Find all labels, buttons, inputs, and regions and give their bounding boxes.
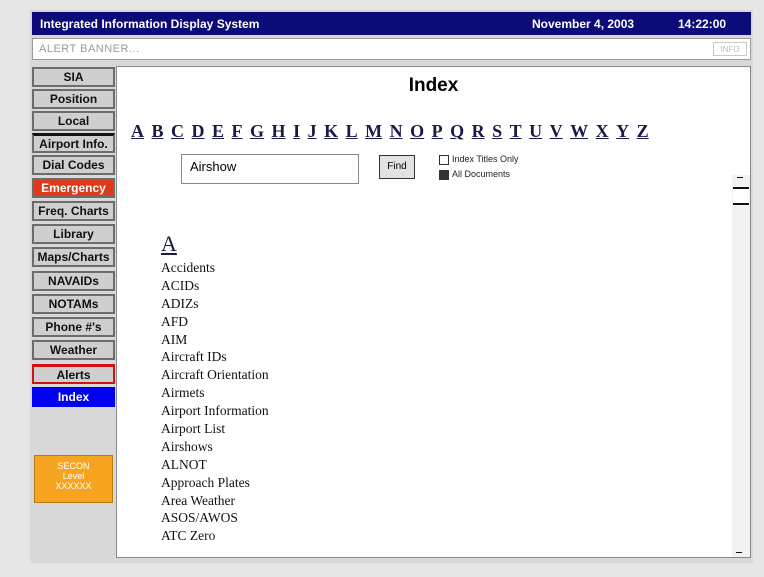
letter-link-p[interactable]: P [432, 121, 443, 141]
alert-banner-text: ALERT BANNER... [39, 43, 140, 55]
nav-airport-info-button[interactable]: Airport Info. [32, 133, 115, 153]
letter-link-s[interactable]: S [492, 121, 502, 141]
find-button[interactable]: Find [379, 155, 415, 179]
scrollbar-thumb[interactable] [733, 187, 749, 205]
checkbox-checked-icon [439, 169, 449, 180]
index-entry[interactable]: AIM [161, 331, 269, 349]
letter-link-x[interactable]: X [596, 121, 609, 141]
letter-link-y[interactable]: Y [616, 121, 629, 141]
section-letter-heading: A [161, 231, 177, 256]
index-entry[interactable]: Area Weather [161, 492, 269, 510]
index-entry[interactable]: ADIZs [161, 295, 269, 313]
letter-link-a[interactable]: A [131, 121, 144, 141]
time-display: 14:22:00 [678, 17, 727, 31]
nav-index-button[interactable]: Index [32, 387, 115, 407]
index-entry[interactable]: Aircraft Orientation [161, 366, 269, 384]
nav-freq-charts-button[interactable]: Freq. Charts [32, 201, 115, 221]
letter-link-z[interactable]: Z [637, 121, 649, 141]
search-input[interactable]: Airshow [181, 154, 359, 184]
date-display: November 4, 2003 [532, 17, 635, 31]
info-button[interactable]: INFO [713, 42, 747, 56]
index-entry[interactable]: Approach Plates [161, 474, 269, 492]
letter-link-n[interactable]: N [390, 121, 403, 141]
letter-link-f[interactable]: F [232, 121, 243, 141]
index-entry[interactable]: ALNOT [161, 456, 269, 474]
nav-local-button[interactable]: Local [32, 111, 115, 131]
secon-level-badge: SECON Level XXXXXX [34, 455, 113, 503]
letter-link-o[interactable]: O [410, 121, 424, 141]
page-title: Index [408, 75, 459, 96]
alert-banner: ALERT BANNER... INFO [32, 38, 751, 60]
letter-link-h[interactable]: H [272, 121, 286, 141]
nav-maps-charts-button[interactable]: Maps/Charts [32, 247, 115, 267]
letter-link-t[interactable]: T [510, 121, 522, 141]
letter-link-r[interactable]: R [472, 121, 485, 141]
option-index-titles-only[interactable]: Index Titles Only [439, 154, 519, 165]
letter-link-w[interactable]: W [570, 121, 588, 141]
secon-level-value: XXXXXX [55, 481, 92, 491]
checkbox-icon [439, 154, 449, 165]
scroll-up-arrow-icon[interactable] [737, 177, 743, 181]
index-entry[interactable]: AFD [161, 313, 269, 331]
letter-link-v[interactable]: V [550, 121, 563, 141]
letter-link-u[interactable]: U [529, 121, 542, 141]
index-entry-list: Accidents ACIDs ADIZs AFD AIM Aircraft I… [161, 259, 269, 545]
option-all-documents[interactable]: All Documents [439, 169, 510, 180]
nav-navaids-button[interactable]: NAVAIDs [32, 271, 115, 291]
nav-alerts-button[interactable]: Alerts [32, 364, 115, 384]
option-all-documents-label: All Documents [452, 169, 511, 179]
nav-emergency-button[interactable]: Emergency [32, 178, 115, 198]
letter-link-g[interactable]: G [250, 121, 264, 141]
index-entry[interactable]: Airshows [161, 438, 269, 456]
letter-link-q[interactable]: Q [450, 121, 464, 141]
title-bar: Integrated Information Display System No… [32, 12, 751, 35]
letter-link-e[interactable]: E [212, 121, 224, 141]
letter-link-m[interactable]: M [365, 121, 382, 141]
index-entry[interactable]: Airport Information [161, 402, 269, 420]
index-entry[interactable]: ACIDs [161, 277, 269, 295]
index-entry[interactable]: Accidents [161, 259, 269, 277]
secon-level-label: Level [62, 471, 85, 481]
letter-link-i[interactable]: I [293, 121, 300, 141]
letter-link-l[interactable]: L [346, 121, 358, 141]
nav-notams-button[interactable]: NOTAMs [32, 294, 115, 314]
nav-phone-numbers-button[interactable]: Phone #'s [32, 317, 115, 337]
nav-dial-codes-button[interactable]: Dial Codes [32, 155, 115, 175]
letter-link-k[interactable]: K [324, 121, 338, 141]
nav-position-button[interactable]: Position [32, 89, 115, 109]
letter-link-j[interactable]: J [308, 121, 317, 141]
nav-weather-button[interactable]: Weather [32, 340, 115, 360]
index-panel: Index ABCDEFGHIJKLMNOPQRSTUVWXYZ Airshow… [116, 66, 751, 558]
letter-link-c[interactable]: C [171, 121, 184, 141]
vertical-scrollbar[interactable] [732, 175, 750, 557]
index-entry[interactable]: Airport List [161, 420, 269, 438]
scroll-down-arrow-icon[interactable] [736, 549, 742, 553]
letter-link-d[interactable]: D [192, 121, 205, 141]
index-entry[interactable]: Aircraft IDs [161, 348, 269, 366]
alphabet-links: ABCDEFGHIJKLMNOPQRSTUVWXYZ [131, 121, 649, 142]
app-title: Integrated Information Display System [40, 17, 260, 31]
index-entry[interactable]: Airmets [161, 384, 269, 402]
option-index-titles-label: Index Titles Only [452, 154, 519, 164]
index-entry[interactable]: ATC Zero [161, 527, 269, 545]
nav-sia-button[interactable]: SIA [32, 67, 115, 87]
nav-library-button[interactable]: Library [32, 224, 115, 244]
index-entry[interactable]: ASOS/AWOS [161, 509, 269, 527]
secon-label: SECON [57, 461, 90, 471]
letter-link-b[interactable]: B [152, 121, 164, 141]
